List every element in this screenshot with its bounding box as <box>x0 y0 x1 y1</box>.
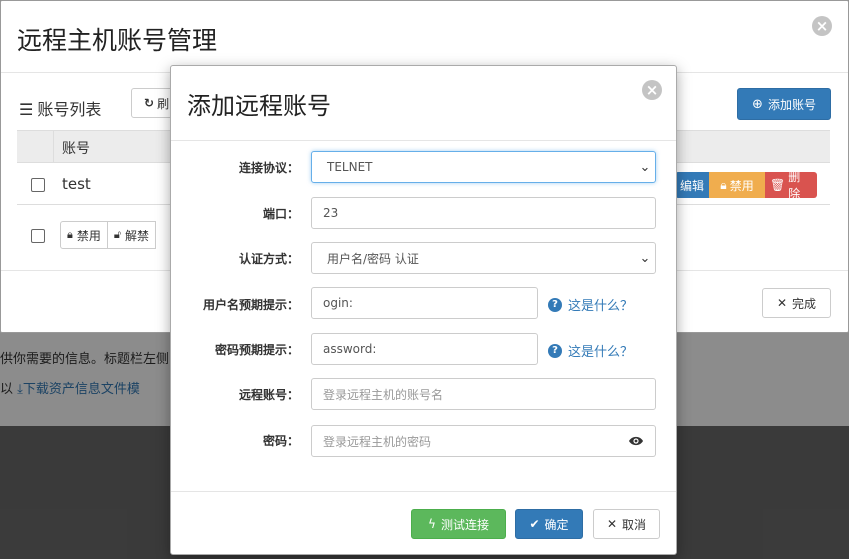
protocol-select[interactable]: TELNET ⌄ <box>311 151 656 183</box>
unlock-icon: 🔓︎ <box>113 228 122 241</box>
check-icon: ✔ <box>529 517 540 531</box>
x-icon: ✕ <box>776 296 788 310</box>
remote-account-label: 远程账号： <box>238 388 299 402</box>
password-input[interactable]: 登录远程主机的密码 <box>311 425 618 457</box>
lock-icon: 🔒︎ <box>67 228 73 241</box>
test-connection-button[interactable]: ϟ 测试连接 <box>411 509 506 539</box>
port-label: 端口： <box>262 207 299 221</box>
show-password-button[interactable] <box>617 425 656 457</box>
delete-button[interactable]: 🗑︎ 删除 <box>765 170 817 201</box>
list-icon: ☰ <box>19 100 34 119</box>
bulk-unlock-button[interactable]: 🔓︎ 解禁 <box>107 221 157 249</box>
column-header-account: 账号 <box>62 141 90 157</box>
edit-button[interactable]: 编辑 <box>675 172 709 198</box>
auth-method-select[interactable]: 用户名/密码 认证 ⌄ <box>311 242 656 274</box>
chevron-down-icon: ⌄ <box>639 159 651 175</box>
x-icon: ✕ <box>606 517 618 531</box>
row-checkbox[interactable] <box>31 178 45 192</box>
auth-method-label: 认证方式： <box>238 252 299 266</box>
password-label: 密码： <box>262 434 299 448</box>
add-remote-account-modal: 添加远程账号 × 连接协议： TELNET ⌄ 端口： 23 认证方式： 用户名… <box>170 65 677 555</box>
cancel-button[interactable]: ✕ 取消 <box>593 509 660 539</box>
inner-modal-title: 添加远程账号 <box>187 92 331 120</box>
close-icon[interactable]: × <box>812 16 832 36</box>
username-prompt-help-link[interactable]: ? 这是什么？ <box>548 295 633 314</box>
inner-modal-header: 添加远程账号 × <box>171 66 676 141</box>
password-prompt-help-link[interactable]: ? 这是什么？ <box>548 341 633 360</box>
eye-icon <box>629 436 643 446</box>
username-prompt-input[interactable]: ogin: <box>311 287 538 319</box>
close-icon[interactable]: × <box>642 80 662 100</box>
done-button[interactable]: ✕ 完成 <box>762 288 831 318</box>
trash-icon: 🗑︎ <box>770 178 786 192</box>
disable-button[interactable]: 🔒︎ 禁用 <box>709 172 765 198</box>
plus-circle-icon: ⊕ <box>752 96 763 112</box>
add-account-button[interactable]: ⊕ 添加账号 <box>737 88 831 120</box>
remote-account-input[interactable]: 登录远程主机的账号名 <box>311 378 656 410</box>
question-icon: ? <box>548 297 562 312</box>
question-icon: ? <box>548 343 562 358</box>
bulk-disable-button[interactable]: 🔒︎ 禁用 <box>60 221 108 249</box>
lock-icon: 🔒︎ <box>720 177 727 192</box>
protocol-label: 连接协议： <box>238 161 299 175</box>
port-input[interactable]: 23 <box>311 197 656 229</box>
confirm-button[interactable]: ✔ 确定 <box>515 509 583 539</box>
row-account-name: test <box>62 175 91 193</box>
password-prompt-label: 密码预期提示： <box>214 343 299 357</box>
account-list-title: ☰ 账号列表 <box>19 100 102 119</box>
outer-modal-title: 远程主机账号管理 <box>17 26 218 55</box>
bolt-icon: ϟ <box>428 517 436 531</box>
password-prompt-input[interactable]: assword: <box>311 333 538 365</box>
chevron-down-icon: ⌄ <box>639 250 651 266</box>
row-actions: 编辑 🔒︎ 禁用 🗑︎ 删除 <box>675 170 817 201</box>
username-prompt-label: 用户名预期提示： <box>202 298 299 312</box>
bulk-actions: 🔒︎ 禁用 🔓︎ 解禁 <box>60 221 157 249</box>
refresh-icon: ↻ <box>144 96 155 110</box>
outer-modal-header: 远程主机账号管理 × <box>1 1 848 73</box>
select-all-checkbox[interactable] <box>31 229 45 243</box>
